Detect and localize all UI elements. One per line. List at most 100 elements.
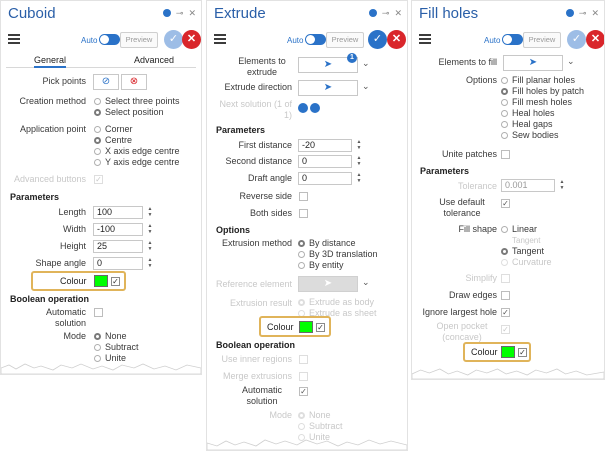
app-centre-radio[interactable]: Centre (94, 135, 132, 146)
mode-subtract-radio[interactable]: Subtract (298, 421, 343, 432)
advanced-buttons-checkbox[interactable]: ✓ (94, 175, 103, 184)
ok-button[interactable]: ✓ (368, 30, 387, 49)
first-distance-spinner[interactable]: ▲ ▼ (356, 139, 362, 152)
menu-icon[interactable] (8, 34, 20, 44)
colour-checkbox[interactable]: ✓ (111, 277, 120, 286)
reverse-side-checkbox[interactable] (299, 192, 308, 201)
cancel-button[interactable]: ✕ (387, 30, 406, 49)
pin-icon[interactable]: ⊸ (579, 9, 587, 18)
solution-nav[interactable] (298, 103, 322, 113)
app-x-edge-centre-radio[interactable]: X axis edge centre (94, 146, 180, 157)
width-input[interactable]: -100 (93, 223, 143, 236)
colour-swatch[interactable] (299, 321, 313, 333)
second-distance-spinner[interactable]: ▲ ▼ (356, 155, 362, 168)
mode-subtract-radio[interactable]: Subtract (94, 342, 139, 353)
draw-edges-checkbox[interactable] (501, 291, 510, 300)
fill-planar-holes-radio[interactable]: Fill planar holes (501, 75, 575, 86)
draft-angle-input[interactable]: 0 (298, 172, 352, 185)
ok-button[interactable]: ✓ (567, 30, 586, 49)
length-spinner[interactable]: ▲ ▼ (147, 206, 153, 219)
open-pocket-checkbox[interactable]: ✓ (501, 325, 510, 334)
height-input[interactable]: 25 (93, 240, 143, 253)
elements-to-fill-picker[interactable]: ➤ (503, 55, 563, 71)
use-inner-regions-checkbox[interactable] (299, 355, 308, 364)
options-label: Options (465, 75, 497, 85)
auto-toggle[interactable] (502, 34, 523, 45)
mode-none-radio[interactable]: None (94, 331, 127, 342)
length-input[interactable]: 100 (93, 206, 143, 219)
fill-holes-by-patch-radio[interactable]: Fill holes by patch (501, 86, 584, 97)
clear-points-button[interactable]: ⊗ (121, 74, 147, 90)
mode-none-radio[interactable]: None (298, 410, 331, 421)
width-spinner[interactable]: ▲ ▼ (147, 223, 153, 236)
heal-holes-radio[interactable]: Heal holes (501, 108, 555, 119)
tolerance-spinner[interactable]: ▲ ▼ (559, 179, 565, 192)
tolerance-input[interactable]: 0.001 (501, 179, 555, 192)
draft-angle-spinner[interactable]: ▲ ▼ (356, 172, 362, 185)
menu-icon[interactable] (419, 34, 431, 44)
cancel-button[interactable]: ✕ (182, 30, 201, 49)
chevron-down-icon[interactable]: ⌄ (362, 58, 370, 69)
preview-button[interactable]: Preview (523, 32, 561, 48)
colour-checkbox[interactable]: ✓ (518, 348, 527, 357)
close-icon[interactable]: ✕ (591, 9, 599, 18)
use-default-tolerance-checkbox[interactable]: ✓ (501, 199, 510, 208)
extrude-direction-picker[interactable]: ➤ (298, 80, 358, 96)
height-spinner[interactable]: ▲ ▼ (147, 240, 153, 253)
creation-three-points-radio[interactable]: Select three points (94, 96, 180, 107)
method-by-distance-radio[interactable]: By distance (298, 238, 356, 249)
second-distance-input[interactable]: 0 (298, 155, 352, 168)
close-icon[interactable]: ✕ (188, 9, 196, 18)
heal-gaps-radio[interactable]: Heal gaps (501, 119, 553, 130)
automatic-solution-checkbox[interactable]: ✓ (299, 387, 308, 396)
ok-button[interactable]: ✓ (164, 30, 183, 49)
colour-checkbox[interactable]: ✓ (316, 323, 325, 332)
reference-element-picker[interactable]: ➤ (298, 276, 358, 292)
preview-button[interactable]: Preview (120, 32, 158, 48)
settings-icon[interactable] (368, 9, 377, 17)
fill-shape-curvature-radio[interactable]: Curvature (501, 257, 552, 268)
app-corner-radio[interactable]: Corner (94, 124, 133, 135)
extrude-direction-label: Extrude direction (224, 82, 292, 92)
tab-advanced[interactable]: Advanced (134, 55, 174, 65)
both-sides-checkbox[interactable] (299, 209, 308, 218)
colour-swatch[interactable] (94, 275, 108, 287)
colour-swatch[interactable] (501, 346, 515, 358)
fill-mesh-holes-radio[interactable]: Fill mesh holes (501, 97, 572, 108)
pin-icon[interactable]: ⊸ (176, 9, 184, 18)
app-y-edge-centre-radio[interactable]: Y axis edge centre (94, 157, 179, 168)
chevron-down-icon[interactable]: ⌄ (362, 81, 370, 92)
shape-angle-spinner[interactable]: ▲ ▼ (147, 257, 153, 270)
method-3d-translation-radio[interactable]: By 3D translation (298, 249, 378, 260)
panel-title: Fill holes (419, 5, 479, 22)
mode-label: Mode (63, 331, 86, 341)
fill-shape-linear-radio[interactable]: Linear (501, 224, 537, 235)
chevron-down-icon[interactable]: ⌄ (362, 277, 370, 288)
auto-toggle[interactable] (99, 34, 120, 45)
ignore-largest-hole-checkbox[interactable]: ✓ (501, 308, 510, 317)
settings-icon[interactable] (162, 9, 171, 17)
pin-icon[interactable]: ⊸ (382, 9, 390, 18)
settings-icon[interactable] (565, 9, 574, 17)
elements-to-extrude-label: Elements to extrude (238, 56, 286, 77)
first-distance-input[interactable]: -20 (298, 139, 352, 152)
chevron-down-icon[interactable]: ⌄ (567, 56, 575, 67)
simplify-checkbox[interactable] (501, 274, 510, 283)
close-icon[interactable]: ✕ (394, 9, 402, 18)
unite-patches-checkbox[interactable] (501, 150, 510, 159)
cancel-button[interactable]: ✕ (586, 30, 604, 49)
shape-angle-input[interactable]: 0 (93, 257, 143, 270)
merge-extrusions-checkbox[interactable] (299, 372, 308, 381)
sew-bodies-radio[interactable]: Sew bodies (501, 130, 559, 141)
automatic-solution-checkbox[interactable] (94, 308, 103, 317)
result-body-radio[interactable]: Extrude as body (298, 297, 374, 308)
creation-select-position-radio[interactable]: Select position (94, 107, 164, 118)
fill-shape-tangent-radio[interactable]: Tangent (501, 246, 544, 257)
preview-button[interactable]: Preview (326, 32, 364, 48)
fill-holes-toolbar: Auto Preview ✓ ✕ (412, 29, 604, 51)
auto-toggle[interactable] (305, 34, 326, 45)
method-by-entity-radio[interactable]: By entity (298, 260, 344, 271)
pick-points-button[interactable]: ⊘ (93, 74, 119, 90)
menu-icon[interactable] (214, 34, 226, 44)
tab-general[interactable]: General (34, 55, 67, 68)
